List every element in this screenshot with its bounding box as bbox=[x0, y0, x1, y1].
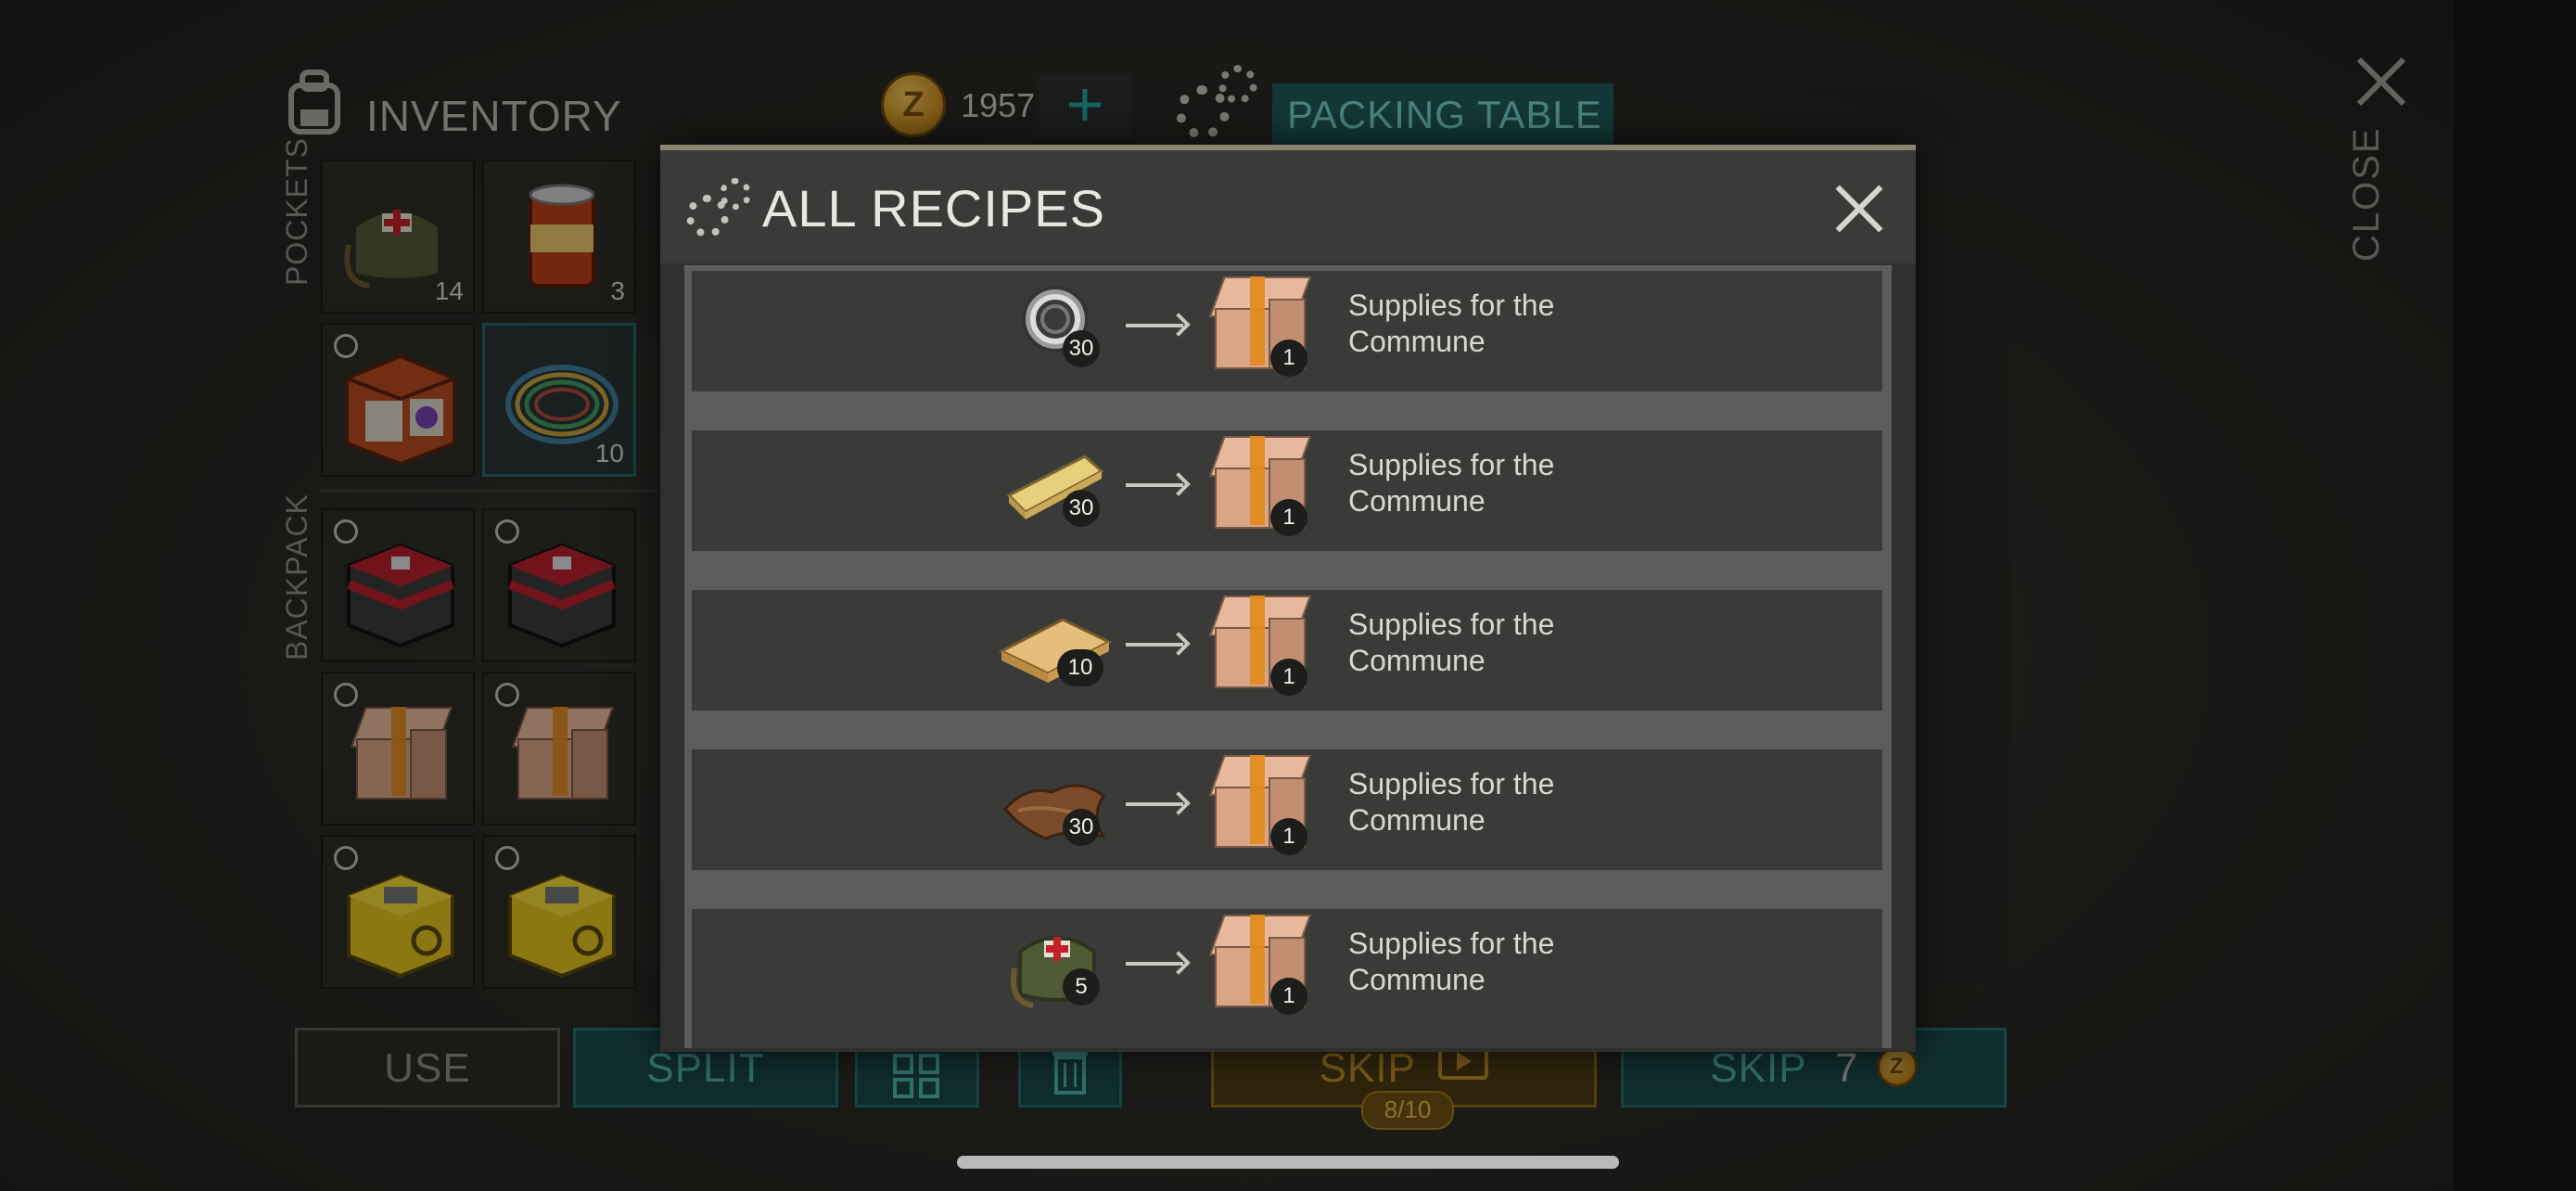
toolbox-icon bbox=[503, 529, 621, 649]
arrow-right-icon bbox=[1126, 802, 1183, 806]
section-divider bbox=[320, 489, 663, 493]
food-can-icon bbox=[525, 184, 599, 295]
recipe-output-name: Supplies for the Commune bbox=[1348, 288, 1555, 358]
backpack-slot[interactable] bbox=[482, 672, 636, 826]
skip-ad-counter: 8/10 bbox=[1361, 1091, 1454, 1130]
modal-title: ALL RECIPES bbox=[762, 179, 1105, 237]
output-quantity: 1 bbox=[1270, 339, 1307, 377]
inventory-title: INVENTORY bbox=[366, 92, 622, 140]
backpack-label: BACKPACK bbox=[280, 493, 313, 660]
all-recipes-modal: ALL RECIPES 30 1 Supplies for the Commun… bbox=[660, 145, 1916, 1052]
use-button[interactable]: USE bbox=[295, 1028, 560, 1108]
recipe-row[interactable]: 30 1 Supplies for the Commune bbox=[692, 430, 1882, 551]
toolbox-icon bbox=[341, 529, 460, 649]
backpack-slot[interactable] bbox=[321, 672, 475, 826]
recipe-row[interactable]: 30 1 Supplies for the Commune bbox=[692, 271, 1882, 391]
recipe-row[interactable]: 10 1 Supplies for the Commune bbox=[692, 590, 1882, 711]
output-quantity: 1 bbox=[1270, 659, 1307, 696]
hazard-case-icon bbox=[503, 859, 621, 979]
pocket-slot-selected[interactable]: 10 bbox=[482, 323, 636, 477]
hazard-case-icon bbox=[341, 859, 460, 979]
pocket-slot[interactable]: 14 bbox=[321, 160, 475, 314]
backpack-slot[interactable] bbox=[482, 835, 636, 989]
input-quantity: 30 bbox=[1063, 330, 1100, 367]
pocket-slot[interactable] bbox=[321, 323, 475, 477]
arrow-right-icon bbox=[1126, 324, 1183, 327]
skip-coins-label: SKIP bbox=[1710, 1045, 1806, 1091]
cardboard-box-icon bbox=[510, 701, 615, 803]
close-icon[interactable] bbox=[1836, 186, 1882, 232]
gears-icon bbox=[686, 178, 753, 239]
arrow-right-icon bbox=[1126, 483, 1183, 487]
input-quantity: 5 bbox=[1063, 968, 1100, 1005]
coin-icon: Z bbox=[881, 72, 946, 137]
slot-count: 14 bbox=[434, 276, 464, 305]
coin-amount: 1957 bbox=[961, 86, 1036, 124]
input-quantity: 30 bbox=[1063, 490, 1100, 527]
grid-icon bbox=[893, 1047, 941, 1123]
coin-icon: Z bbox=[1876, 1046, 1918, 1088]
skip-ad-label: SKIP bbox=[1319, 1045, 1416, 1091]
home-indicator[interactable] bbox=[957, 1156, 1619, 1169]
gears-icon bbox=[1176, 65, 1259, 143]
slot-count: 3 bbox=[610, 276, 625, 305]
skip-cost: 7 bbox=[1835, 1045, 1859, 1091]
backpack-slot[interactable] bbox=[321, 835, 475, 989]
input-quantity: 10 bbox=[1057, 649, 1103, 686]
modal-header: ALL RECIPES bbox=[660, 150, 1916, 263]
arrow-right-icon bbox=[1126, 643, 1183, 647]
backpack-slot[interactable] bbox=[321, 508, 475, 662]
supply-crate-icon bbox=[338, 341, 464, 467]
add-coins-button[interactable]: + bbox=[1039, 71, 1131, 139]
backpack-icon bbox=[284, 69, 345, 135]
backpack-slot[interactable] bbox=[482, 508, 636, 662]
output-quantity: 1 bbox=[1270, 818, 1307, 855]
slot-count: 10 bbox=[594, 439, 624, 467]
input-quantity: 30 bbox=[1063, 809, 1100, 846]
pocket-slot[interactable]: 3 bbox=[482, 160, 636, 314]
recipe-row[interactable]: 5 1 Supplies for the Commune bbox=[692, 909, 1882, 1048]
recipe-output-name: Supplies for the Commune bbox=[1348, 927, 1555, 996]
recipe-list[interactable]: 30 1 Supplies for the Commune 30 1 Suppl… bbox=[684, 265, 1892, 1048]
recipe-output-name: Supplies for the Commune bbox=[1348, 448, 1555, 518]
close-icon[interactable] bbox=[2355, 56, 2407, 108]
crafting-panel bbox=[1914, 276, 2010, 987]
pockets-label: POCKETS bbox=[280, 137, 313, 286]
packing-table-title: PACKING TABLE bbox=[1272, 83, 1613, 147]
trash-icon bbox=[1051, 1044, 1090, 1120]
arrow-right-icon bbox=[1126, 962, 1183, 966]
recipe-row[interactable]: 30 1 Supplies for the Commune bbox=[692, 749, 1882, 870]
recipe-output-name: Supplies for the Commune bbox=[1348, 608, 1555, 677]
recipe-output-name: Supplies for the Commune bbox=[1348, 767, 1555, 837]
output-quantity: 1 bbox=[1270, 978, 1307, 1015]
right-edge-strip bbox=[2454, 0, 2576, 1191]
cardboard-box-icon bbox=[349, 701, 453, 803]
output-quantity: 1 bbox=[1270, 499, 1307, 536]
close-label[interactable]: CLOSE bbox=[2346, 126, 2388, 262]
